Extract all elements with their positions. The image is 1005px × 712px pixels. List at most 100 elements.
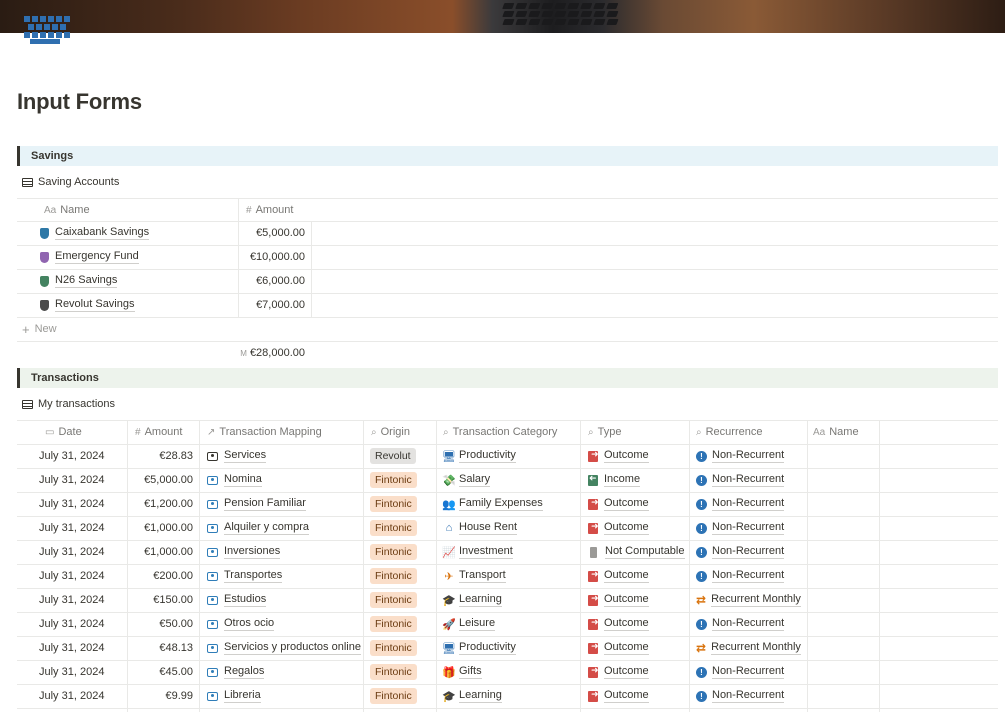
savings-row-amount[interactable]: €7,000.00 [239, 293, 305, 317]
transaction-type[interactable]: Income [588, 468, 641, 492]
column-header-recurrence[interactable]: ⌕ Recurrence [696, 420, 762, 444]
transaction-mapping-link[interactable]: Regalos [207, 660, 265, 684]
transaction-mapping-link[interactable]: Libreria [207, 684, 261, 708]
transaction-type[interactable]: Outcome [588, 444, 649, 468]
transaction-category[interactable]: 🎓 Learning [442, 684, 502, 708]
transaction-category[interactable]: 💸 Salary [442, 468, 491, 492]
transaction-amount[interactable]: €1,200.00 [128, 492, 193, 516]
transaction-recurrence[interactable]: ! Non-Recurrent [696, 660, 785, 684]
origin-tag[interactable]: Fintonic [370, 540, 417, 564]
origin-tag[interactable]: Fintonic [370, 588, 417, 612]
transaction-mapping-link[interactable]: Inversiones [207, 540, 281, 564]
transaction-date[interactable]: July 31, 2024 [39, 564, 104, 588]
transaction-mapping-link[interactable]: Pension Familiar [207, 492, 306, 516]
transaction-date[interactable]: July 31, 2024 [39, 444, 104, 468]
origin-tag[interactable]: Revolut [370, 444, 416, 468]
origin-tag[interactable]: Fintonic [370, 660, 417, 684]
transaction-category[interactable]: 👥 Family Expenses [442, 492, 543, 516]
transaction-type[interactable]: Outcome [588, 516, 649, 540]
transaction-recurrence[interactable]: ⇄ Recurrent Monthly [696, 636, 801, 660]
origin-tag[interactable]: Fintonic [370, 636, 417, 660]
transaction-amount[interactable]: €28.83 [128, 444, 193, 468]
transaction-mapping-link[interactable]: Estudios [207, 588, 267, 612]
savings-row-amount[interactable]: €6,000.00 [239, 269, 305, 293]
savings-row-amount[interactable]: €10,000.00 [239, 245, 305, 269]
transaction-amount[interactable]: €150.00 [128, 588, 193, 612]
origin-tag[interactable]: Fintonic [370, 612, 417, 636]
origin-tag[interactable]: Fintonic [370, 564, 417, 588]
column-header-name[interactable]: Aa Name [44, 198, 90, 222]
transaction-mapping-link[interactable]: Services [207, 444, 267, 468]
transaction-recurrence[interactable]: ! Non-Recurrent [696, 516, 785, 540]
transaction-category[interactable]: 🎁 Gifts [442, 660, 482, 684]
transaction-amount[interactable]: €1,000.00 [128, 540, 193, 564]
transaction-type[interactable]: Outcome [588, 684, 649, 708]
transaction-recurrence[interactable]: ! Non-Recurrent [696, 612, 785, 636]
origin-tag[interactable]: Fintonic [370, 684, 417, 708]
transaction-type[interactable]: Outcome [588, 564, 649, 588]
transaction-date[interactable]: July 31, 2024 [39, 468, 104, 492]
savings-row-name[interactable]: N26 Savings [40, 269, 118, 293]
transaction-date[interactable]: July 31, 2024 [39, 612, 104, 636]
transaction-date[interactable]: July 31, 2024 [39, 588, 104, 612]
transaction-date[interactable]: July 31, 2024 [39, 636, 104, 660]
transaction-type[interactable]: Not Computable [588, 540, 685, 564]
transaction-amount[interactable]: €9.99 [128, 684, 193, 708]
transaction-category[interactable]: 🎓 Learning [442, 588, 502, 612]
transaction-date[interactable]: July 31, 2024 [39, 492, 104, 516]
column-header-amount[interactable]: # Amount [246, 198, 293, 222]
my-transactions-view-tab[interactable]: My transactions [22, 398, 115, 410]
transaction-mapping-link[interactable]: Servicios y productos online [207, 636, 361, 660]
transaction-recurrence[interactable]: ! Non-Recurrent [696, 540, 785, 564]
transaction-date[interactable]: July 31, 2024 [39, 660, 104, 684]
origin-tag[interactable]: Fintonic [370, 492, 417, 516]
transaction-recurrence[interactable]: ! Non-Recurrent [696, 444, 785, 468]
keyboard-icon[interactable] [20, 15, 72, 45]
column-header-transaction-category[interactable]: ⌕ Transaction Category [443, 420, 557, 444]
transaction-type[interactable]: Outcome [588, 636, 649, 660]
transaction-mapping-link[interactable]: Otros ocio [207, 612, 275, 636]
column-header-transaction-mapping[interactable]: ↗ Transaction Mapping [207, 420, 322, 444]
column-header-name[interactable]: Aa Name [813, 420, 859, 444]
transaction-date[interactable]: July 31, 2024 [39, 684, 104, 708]
transaction-category[interactable]: 🚀 Leisure [442, 612, 496, 636]
transaction-amount[interactable]: €45.00 [128, 660, 193, 684]
transaction-amount[interactable]: €200.00 [128, 564, 193, 588]
origin-tag[interactable]: Fintonic [370, 516, 417, 540]
transaction-category[interactable]: 📈 Investment [442, 540, 513, 564]
column-header-amount[interactable]: # Amount [135, 420, 182, 444]
transaction-type[interactable]: Outcome [588, 588, 649, 612]
savings-row-amount[interactable]: €5,000.00 [239, 221, 305, 245]
transaction-recurrence[interactable]: ! Non-Recurrent [696, 468, 785, 492]
transaction-date[interactable]: July 31, 2024 [39, 540, 104, 564]
transaction-mapping-link[interactable]: Nomina [207, 468, 262, 492]
savings-row-name[interactable]: Revolut Savings [40, 293, 135, 317]
transaction-type[interactable]: Outcome [588, 612, 649, 636]
transaction-type[interactable]: Outcome [588, 660, 649, 684]
column-header-date[interactable]: ▭ Date [45, 420, 82, 444]
transaction-recurrence[interactable]: ! Non-Recurrent [696, 492, 785, 516]
transaction-type[interactable]: Outcome [588, 492, 649, 516]
transaction-mapping-link[interactable]: Transportes [207, 564, 283, 588]
transaction-amount[interactable]: €5,000.00 [128, 468, 193, 492]
column-header-type[interactable]: ⌕ Type [588, 420, 621, 444]
origin-tag[interactable]: Fintonic [370, 468, 417, 492]
transaction-category[interactable]: 🖥 Productivity [442, 636, 516, 660]
transaction-recurrence[interactable]: ! Non-Recurrent [696, 684, 785, 708]
savings-row-name[interactable]: Emergency Fund [40, 245, 139, 269]
transaction-date[interactable]: July 31, 2024 [39, 516, 104, 540]
transaction-category[interactable]: ✈ Transport [442, 564, 506, 588]
transaction-recurrence[interactable]: ⇄ Recurrent Monthly [696, 588, 801, 612]
transaction-amount[interactable]: €48.13 [128, 636, 193, 660]
transaction-amount[interactable]: €1,000.00 [128, 516, 193, 540]
transaction-category[interactable]: 🖥 Productivity [442, 444, 516, 468]
transaction-recurrence[interactable]: ! Non-Recurrent [696, 564, 785, 588]
transaction-mapping-link[interactable]: Alquiler y compra [207, 516, 309, 540]
savings-sum[interactable]: M €28,000.00 [239, 341, 305, 365]
new-row-button[interactable]: + New [22, 317, 57, 341]
transaction-category[interactable]: ⌂ House Rent [442, 516, 518, 540]
savings-row-name[interactable]: Caixabank Savings [40, 221, 150, 245]
transaction-amount[interactable]: €50.00 [128, 612, 193, 636]
saving-accounts-view-tab[interactable]: Saving Accounts [22, 176, 119, 188]
column-header-origin[interactable]: ⌕ Origin [371, 420, 410, 444]
